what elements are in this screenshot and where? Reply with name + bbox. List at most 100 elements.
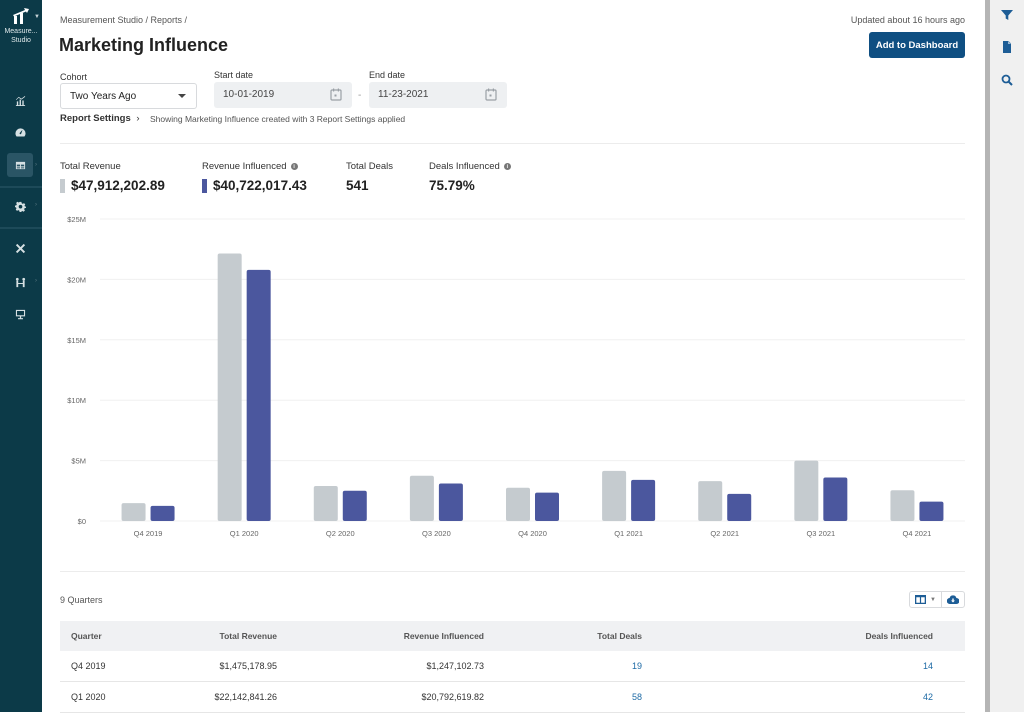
report-settings-link[interactable]: Report Settings › <box>60 113 140 124</box>
bar-total-revenue <box>121 503 146 521</box>
kpi-value: 541 <box>346 178 369 193</box>
info-icon[interactable]: i <box>503 163 511 170</box>
sidebar-item-dashboard[interactable] <box>7 120 33 144</box>
x-tick-label: Q4 2019 <box>134 529 163 538</box>
filter-icon[interactable] <box>1001 9 1013 21</box>
table-row: Q1 2020 $22,142,841.26 $20,792,619.82 58… <box>60 682 965 713</box>
bar-revenue-influenced <box>631 479 656 521</box>
divider <box>60 143 965 144</box>
bar-revenue-influenced <box>535 492 559 521</box>
start-date-input[interactable]: 10-01-2019 <box>214 82 352 108</box>
calendar-icon[interactable] <box>485 88 497 101</box>
y-tick-label: $5M <box>71 457 86 466</box>
breadcrumb[interactable]: Measurement Studio / Reports / <box>60 15 187 25</box>
y-tick-label: $25M <box>67 215 86 224</box>
cloud-download-icon <box>947 595 959 604</box>
bar-total-revenue <box>794 460 819 521</box>
app-logo[interactable]: ▼ Measure... Studio <box>0 8 42 45</box>
date-separator: - <box>358 90 362 101</box>
chevron-right-icon: › <box>35 162 37 168</box>
column-header[interactable]: Total Revenue <box>170 631 277 641</box>
gear-icon <box>14 201 26 212</box>
legend-swatch-total <box>60 178 65 193</box>
columns-button[interactable]: ▼ <box>910 592 941 607</box>
search-icon[interactable] <box>1001 74 1013 86</box>
caret-down-icon: ▼ <box>930 596 936 603</box>
report-settings-label: Report Settings <box>60 113 131 124</box>
page-title: Marketing Influence <box>59 35 229 55</box>
sidebar-item-tools[interactable] <box>7 236 33 260</box>
cohort-select[interactable]: Two Years Ago <box>60 83 197 109</box>
kpi-total-revenue: Total Revenue $47,912,202.89 <box>60 161 165 193</box>
chevron-right-icon: › <box>35 202 37 208</box>
connection-icon <box>15 277 25 287</box>
chart-svg: $0 $5M $10M $15M $20M $25M Q4 2019 Q1 2020 Q2 20… <box>67 215 965 538</box>
bar-total-revenue <box>217 253 242 522</box>
download-button[interactable] <box>941 592 964 607</box>
cell-total-deals-link[interactable]: 58 <box>484 692 642 702</box>
table-row: Q4 2019 $1,475,178.95 $1,247,102.73 19 1… <box>60 651 965 682</box>
start-date-label: Start date <box>214 70 254 80</box>
tools-icon <box>15 243 25 253</box>
sidebar-item-presentation[interactable] <box>7 302 33 326</box>
sidebar-item-connections[interactable] <box>7 270 33 294</box>
end-date-input[interactable]: 11-23-2021 <box>369 82 507 108</box>
chevron-right-icon: › <box>136 113 140 124</box>
calendar-icon[interactable] <box>330 88 342 101</box>
legend-swatch-influenced <box>202 178 207 193</box>
kpi-deals-influenced: Deals Influenced i 75.79% <box>429 161 511 193</box>
y-tick-label: $15M <box>67 336 86 345</box>
sidebar: ▼ Measure... Studio › › › <box>0 0 42 712</box>
cell-total-deals-link[interactable]: 19 <box>484 661 642 671</box>
bar-revenue-influenced <box>823 477 848 521</box>
cell-quarter: Q4 2019 <box>71 661 106 671</box>
column-header[interactable]: Revenue Influenced <box>277 631 484 641</box>
table-header: Quarter Total Revenue Revenue Influenced… <box>60 621 965 651</box>
divider <box>60 571 965 572</box>
bar-total-revenue <box>313 485 338 521</box>
bar-revenue-influenced <box>150 505 175 521</box>
column-header[interactable]: Quarter <box>60 631 170 641</box>
right-tool-panel <box>990 0 1024 712</box>
x-tick-label: Q1 2020 <box>230 529 259 538</box>
bar-revenue-influenced <box>727 493 752 521</box>
cell-revenue-influenced: $20,792,619.82 <box>421 692 484 702</box>
x-tick-label: Q2 2020 <box>326 529 355 538</box>
main-content: Measurement Studio / Reports / Marketing… <box>42 0 985 713</box>
info-icon[interactable]: i <box>290 163 298 170</box>
cell-deals-influenced-link[interactable]: 42 <box>642 692 945 702</box>
kpi-label: Deals Influenced <box>429 161 500 172</box>
data-table: Quarter Total Revenue Revenue Influenced… <box>60 621 965 713</box>
sidebar-item-analytics[interactable] <box>7 88 33 112</box>
app-name: Measure... Studio <box>4 28 38 44</box>
y-tick-label: $10M <box>67 396 86 405</box>
sidebar-divider <box>0 186 42 188</box>
end-date-label: End date <box>369 70 406 80</box>
kpi-label: Total Deals <box>346 161 393 172</box>
bar-total-revenue <box>890 490 915 521</box>
cell-total-revenue: $1,475,178.95 <box>219 661 277 671</box>
kpi-label: Revenue Influenced <box>202 161 287 172</box>
column-header[interactable]: Deals Influenced <box>642 631 945 641</box>
cell-deals-influenced-link[interactable]: 14 <box>642 661 945 671</box>
kpi-total-deals: Total Deals 541 <box>346 161 393 193</box>
kpi-value: $40,722,017.43 <box>213 178 307 193</box>
bar-total-revenue <box>698 481 723 521</box>
sidebar-item-reports[interactable] <box>7 153 33 177</box>
sidebar-item-settings[interactable] <box>7 194 33 218</box>
columns-icon <box>915 595 927 604</box>
column-header[interactable]: Total Deals <box>484 631 642 641</box>
bar-revenue-influenced <box>246 269 271 521</box>
caret-down-icon <box>178 94 186 98</box>
table-icon <box>15 161 25 169</box>
logo-icon <box>13 8 29 24</box>
table-toolbar: ▼ <box>909 591 965 608</box>
add-to-dashboard-button[interactable]: Add to Dashboard <box>869 32 965 58</box>
document-icon[interactable] <box>1001 41 1013 53</box>
y-tick-label: $0 <box>78 517 86 526</box>
x-tick-label: Q3 2020 <box>422 529 451 538</box>
chart-line-icon <box>15 95 25 106</box>
x-tick-label: Q4 2021 <box>903 529 932 538</box>
kpi-revenue-influenced: Revenue Influenced i $40,722,017.43 <box>202 161 307 193</box>
row-count: 9 Quarters <box>60 595 103 605</box>
